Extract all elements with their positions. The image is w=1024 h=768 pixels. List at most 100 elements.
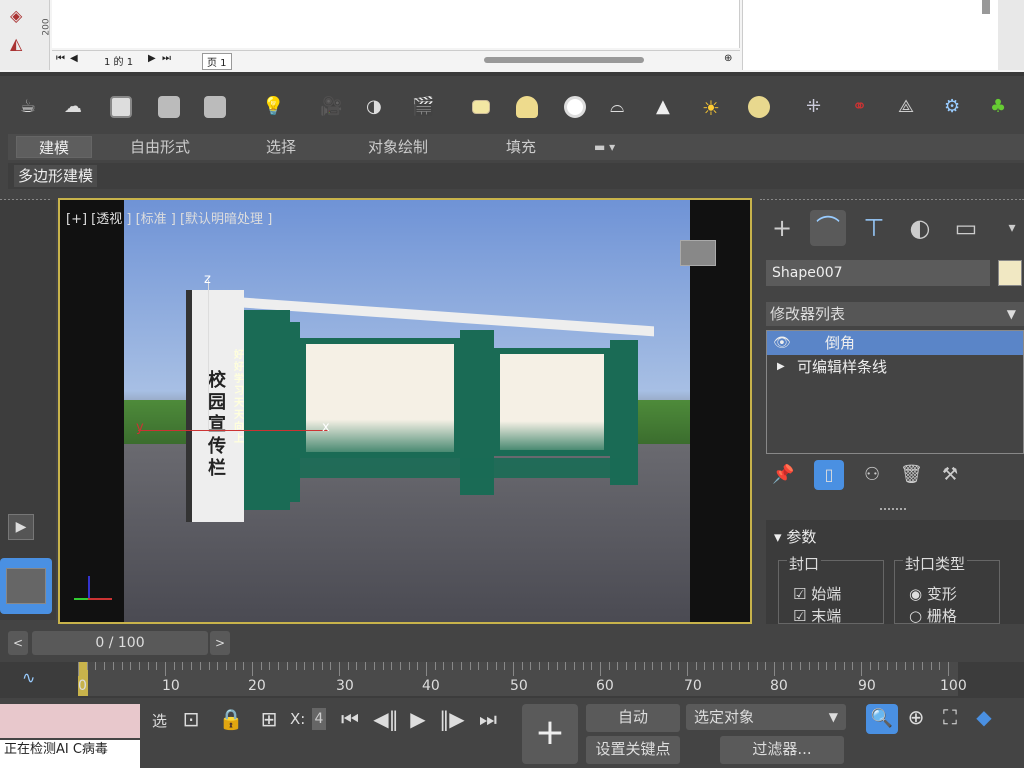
display-tab-icon[interactable]: ▭ (948, 210, 984, 246)
horizontal-scrollbar[interactable] (484, 57, 644, 63)
zoom-all-icon[interactable]: ⊕ (902, 704, 930, 730)
configure-icon[interactable]: ⚒ (942, 464, 958, 485)
ruler-tick (852, 662, 854, 670)
create-tab-icon[interactable]: + (764, 210, 800, 246)
sphere-icon[interactable] (564, 96, 586, 118)
key-filters-button[interactable]: 过滤器... (720, 736, 844, 764)
grid-icon[interactable]: ⁜ (806, 96, 828, 118)
expand-arrow-icon[interactable]: ▶ (777, 355, 785, 379)
ruler-tick (626, 662, 628, 670)
show-end-result-icon[interactable]: ▯ (814, 460, 844, 490)
prev-key-icon[interactable]: ◀‖ (372, 706, 400, 732)
cone-icon[interactable]: ▲ (656, 96, 678, 118)
dome-icon[interactable] (516, 96, 538, 118)
molecule-icon[interactable]: ⚭ (852, 96, 874, 118)
set-key-big-icon[interactable]: + (522, 704, 578, 764)
maxscript-listener[interactable] (0, 704, 140, 738)
ruler-tick (939, 662, 941, 670)
x-coord-label: X: (290, 710, 306, 728)
cap-start-checkbox[interactable]: ☑ 始端 (793, 583, 841, 604)
sun-icon[interactable]: ☀ (702, 96, 724, 120)
motion-tab-icon[interactable]: ◐ (902, 210, 938, 246)
camera-icon[interactable]: 🎥 (320, 96, 342, 118)
page-tab[interactable]: 页 1 (202, 53, 232, 70)
prev-page-icon[interactable]: ◀ (70, 53, 78, 64)
poly-modeling-label[interactable]: 多边形建模 (14, 165, 98, 187)
ruler-tick (469, 662, 471, 670)
selection-set-dropdown[interactable]: 选定对象 ▼ (686, 704, 846, 730)
grass-icon[interactable]: ♣ (990, 96, 1012, 118)
play-expand-icon[interactable]: ▶ (8, 514, 34, 540)
basket-icon[interactable]: ⌓ (610, 96, 632, 118)
auto-key-button[interactable]: 自动 (586, 704, 680, 732)
view-cube[interactable] (680, 240, 716, 266)
lock-icon[interactable]: 🔒 (218, 706, 244, 732)
last-page-icon[interactable]: ⏭ (162, 53, 171, 64)
calculator-icon[interactable] (158, 96, 180, 118)
video-camera-icon[interactable]: 🎬 (412, 96, 434, 118)
time-slider[interactable]: 0 / 100 (32, 631, 208, 655)
params-header[interactable]: ▾ 参数 (774, 526, 816, 547)
eye-icon[interactable]: 👁 (773, 331, 791, 355)
isolate-icon[interactable]: ⊡ (178, 706, 204, 732)
tab-populate[interactable]: 填充 (498, 136, 544, 158)
trash-icon[interactable]: 🗑 (900, 464, 923, 485)
hierarchy-tab-icon[interactable]: ⊤ (856, 210, 892, 246)
go-to-end-icon[interactable]: ⏭ (474, 706, 502, 732)
go-to-start-icon[interactable]: ⏮ (336, 706, 364, 732)
zoom-extents-icon[interactable]: ⛶ (936, 704, 964, 730)
vertical-scrollbar[interactable] (982, 0, 990, 14)
ruler-tick (765, 662, 767, 670)
cap-end-checkbox[interactable]: ☑ 末端 (793, 605, 841, 626)
set-key-button[interactable]: 设置关键点 (586, 736, 680, 764)
more-tabs-icon[interactable]: ▾ (994, 210, 1024, 246)
cloud-icon[interactable]: ☁ (64, 96, 86, 118)
modifier-stack[interactable]: 👁 倒角 ▶ 可编辑样条线 (766, 330, 1024, 454)
zoom-icon[interactable]: ⊕ (724, 53, 732, 64)
prev-frame-icon[interactable]: < (8, 631, 28, 655)
next-key-icon[interactable]: ‖▶ (438, 706, 466, 732)
gear-icon[interactable]: ⚙ (944, 96, 966, 118)
tab-modeling[interactable]: 建模 (16, 136, 92, 158)
object-color-swatch[interactable] (998, 260, 1022, 286)
zoom-extents-all-icon[interactable]: ◆ (970, 704, 998, 730)
track-bar[interactable]: ∿ 0 10 20 30 40 50 60 70 80 90 100 (0, 662, 1024, 698)
pyramid-icon[interactable]: ⟁ (898, 96, 920, 118)
light-bulb-icon[interactable]: 💡 (262, 96, 284, 118)
object-name-field[interactable]: Shape007 (766, 260, 990, 286)
tab-freeform[interactable]: 自由形式 (122, 136, 198, 158)
stack-item-editable-spline[interactable]: ▶ 可编辑样条线 (767, 355, 1023, 379)
eraser-icon[interactable]: ◈ (10, 6, 32, 28)
ribbon-options-icon[interactable]: ▬ ▾ (586, 136, 623, 158)
modifier-list-dropdown[interactable]: 修改器列表 ▼ (766, 302, 1024, 326)
sphere-shade-icon[interactable]: ◑ (366, 96, 388, 118)
curve-editor-icon[interactable]: ∿ (22, 668, 35, 687)
absolute-mode-icon[interactable]: ⊞ (256, 706, 282, 732)
x-coord-input[interactable]: 4 (312, 708, 326, 730)
table-icon[interactable] (204, 96, 226, 118)
brush-icon[interactable]: ◭ (10, 34, 32, 53)
first-page-icon[interactable]: ⏮ (56, 53, 65, 64)
teapot-icon[interactable]: ☕ (20, 96, 42, 118)
viewport-label[interactable]: [+] [透视 ] [标准 ] [默认明暗处理 ] (66, 208, 272, 227)
plane-icon[interactable] (472, 100, 490, 114)
ruler-tick (713, 662, 715, 670)
next-page-icon[interactable]: ▶ (148, 53, 156, 64)
cap-type-morph-radio[interactable]: ◉ 变形 (909, 583, 957, 604)
play-icon[interactable]: ▶ (404, 706, 432, 732)
tab-object-paint[interactable]: 对象绘制 (360, 136, 436, 158)
ruler-tick (408, 662, 410, 670)
zoom-icon[interactable]: 🔍 (866, 704, 898, 734)
stack-item-bevel[interactable]: 👁 倒角 (767, 331, 1023, 355)
render-frame-icon[interactable] (110, 96, 132, 118)
next-frame-icon[interactable]: > (210, 631, 230, 655)
perspective-viewport[interactable]: 校园宣传栏 好好学习 天天向上 y x z [+] [透视 ] [标准 ] [默… (58, 198, 752, 624)
make-unique-icon[interactable]: ⚇ (864, 464, 880, 485)
tab-selection[interactable]: 选择 (258, 136, 304, 158)
ruler-tick (600, 662, 601, 676)
pin-stack-icon[interactable]: 📌 (772, 464, 794, 485)
cap-type-grid-radio[interactable]: ○ 栅格 (909, 605, 957, 626)
viewport-layout-tab[interactable] (0, 558, 52, 614)
modify-tab-icon[interactable]: ⌒ (810, 210, 846, 246)
light-sphere-icon[interactable] (748, 96, 770, 118)
